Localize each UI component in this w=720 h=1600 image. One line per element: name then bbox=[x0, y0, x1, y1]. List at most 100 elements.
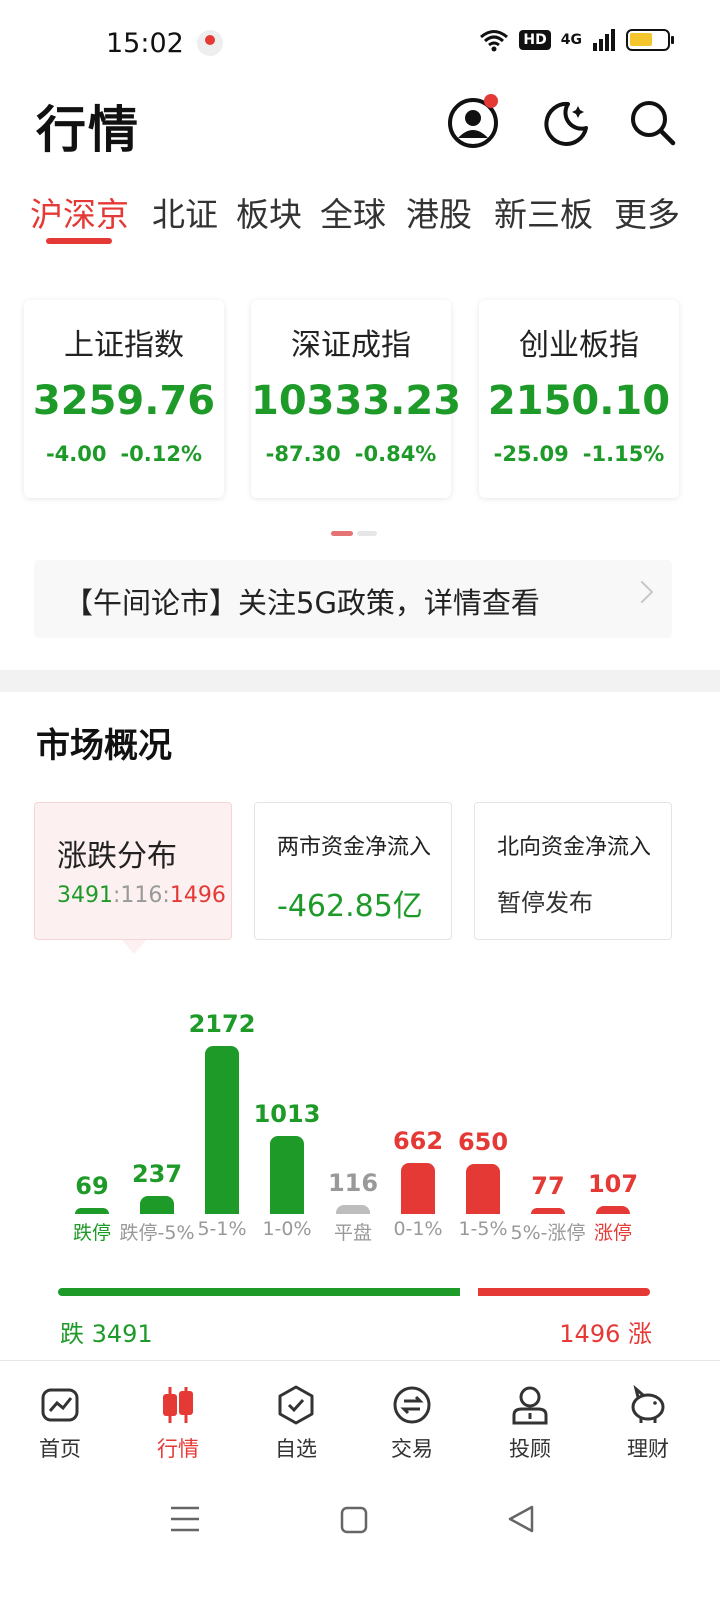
bar-category-label: 平盘 bbox=[333, 1222, 372, 1244]
fall-total-label: 跌 3491 bbox=[60, 1320, 153, 1348]
distribution-bar bbox=[531, 1208, 565, 1214]
nav-market[interactable]: 行情 bbox=[118, 1361, 238, 1471]
nav-home[interactable]: 首页 bbox=[0, 1361, 120, 1471]
night-mode-button[interactable] bbox=[538, 96, 592, 150]
distribution-bar bbox=[401, 1163, 435, 1214]
index-card-shanghai[interactable]: 上证指数 3259.76 -4.00 -0.12% bbox=[24, 300, 224, 498]
search-icon bbox=[631, 101, 676, 146]
nav-advisor[interactable]: 投顾 bbox=[470, 1361, 590, 1471]
distribution-bar bbox=[205, 1046, 239, 1214]
northbound-inflow-card[interactable]: 北向资金净流入 暂停发布 bbox=[474, 802, 672, 940]
advisor-icon bbox=[512, 1386, 548, 1425]
nav-label: 行情 bbox=[157, 1437, 199, 1461]
nav-label: 交易 bbox=[391, 1437, 433, 1461]
down-count: 3491 bbox=[57, 883, 113, 908]
active-tab-indicator bbox=[46, 238, 112, 244]
card-title: 两市资金净流入 bbox=[277, 835, 432, 860]
bar-value-label: 107 bbox=[587, 1170, 639, 1198]
rise-total-label: 1496 涨 bbox=[559, 1320, 652, 1348]
up-count: 1496 bbox=[169, 883, 226, 908]
bottom-nav: 首页 行情 自选 交易 投顾 理财 bbox=[0, 1360, 720, 1470]
search-button[interactable] bbox=[626, 96, 680, 150]
bar-category-label: 涨停 bbox=[593, 1222, 632, 1244]
tab-ganggu[interactable]: 港股 bbox=[406, 188, 472, 236]
bar-category-label: 5-1% bbox=[197, 1218, 247, 1240]
chevron-right-icon bbox=[630, 580, 654, 604]
nav-watchlist[interactable]: 自选 bbox=[236, 1361, 356, 1471]
piggy-bank-icon bbox=[631, 1385, 665, 1423]
carousel-pager bbox=[331, 531, 377, 536]
nav-trade[interactable]: 交易 bbox=[352, 1361, 472, 1471]
index-card-chinext[interactable]: 创业板指 2150.10 -25.09 -1.15% bbox=[479, 300, 679, 498]
battery-icon bbox=[626, 29, 674, 51]
section-divider bbox=[0, 670, 720, 692]
pager-dot-active bbox=[331, 531, 353, 536]
bar-value-label: 650 bbox=[457, 1128, 509, 1156]
card-pointer bbox=[122, 940, 146, 954]
bar-value-label: 116 bbox=[327, 1169, 379, 1197]
index-change-percent: -0.12% bbox=[120, 442, 203, 466]
bar-value-label: 69 bbox=[75, 1172, 109, 1200]
signal-icon bbox=[593, 29, 615, 51]
distribution-bar bbox=[140, 1196, 174, 1214]
ratio-sep: : bbox=[162, 883, 170, 908]
net-inflow-card[interactable]: 两市资金净流入 -462.85亿 bbox=[254, 802, 452, 940]
status-bar: 15:02 HD 4G bbox=[0, 0, 720, 90]
back-triangle-icon[interactable] bbox=[506, 1504, 536, 1534]
net-inflow-value: -462.85亿 bbox=[277, 889, 423, 924]
rise-fall-distribution-card[interactable]: 涨跌分布 3491:116:1496 bbox=[34, 802, 232, 940]
pager-dot bbox=[357, 531, 377, 536]
tab-xinsanban[interactable]: 新三板 bbox=[494, 188, 593, 236]
index-value: 3259.76 bbox=[32, 378, 216, 424]
check-shield-icon bbox=[278, 1385, 314, 1425]
location-app-icon bbox=[197, 30, 223, 56]
index-change-points: -4.00 bbox=[45, 442, 107, 466]
bar-value-label: 2172 bbox=[188, 1010, 256, 1038]
chart-window-icon bbox=[41, 1388, 79, 1422]
bar-category-label: 1-5% bbox=[458, 1218, 508, 1240]
index-change-points: -87.30 bbox=[265, 442, 341, 466]
tab-bankuai[interactable]: 板块 bbox=[236, 188, 302, 236]
moon-icon bbox=[544, 101, 588, 146]
tab-gengduo[interactable]: 更多 bbox=[614, 188, 680, 236]
home-square-icon[interactable] bbox=[340, 1506, 368, 1534]
bar-category-label: 1-0% bbox=[262, 1218, 312, 1240]
nav-label: 投顾 bbox=[509, 1437, 551, 1461]
distribution-bar bbox=[336, 1205, 370, 1214]
tab-quanqiu[interactable]: 全球 bbox=[320, 188, 386, 236]
northbound-value: 暂停发布 bbox=[497, 889, 593, 917]
bar-value-label: 237 bbox=[131, 1160, 183, 1188]
rise-fall-ratio: 3491:116:1496 bbox=[57, 883, 226, 908]
notification-dot bbox=[484, 94, 498, 108]
index-change: -25.09 -1.15% bbox=[479, 442, 679, 466]
news-text: 【午间论市】关注5G政策，详情查看 bbox=[64, 586, 540, 620]
index-change: -4.00 -0.12% bbox=[24, 442, 224, 466]
menu-icon[interactable] bbox=[170, 1504, 200, 1534]
distribution-bar bbox=[75, 1208, 109, 1214]
status-time: 15:02 bbox=[106, 28, 184, 59]
market-tabs: 沪深京 北证 板块 全球 港股 新三板 更多 bbox=[30, 188, 700, 248]
card-title: 北向资金净流入 bbox=[497, 835, 652, 860]
distribution-bar bbox=[270, 1136, 304, 1214]
nav-wealth[interactable]: 理财 bbox=[588, 1361, 708, 1471]
bar-category-label: 跌停-5% bbox=[119, 1222, 195, 1244]
index-value: 2150.10 bbox=[487, 378, 671, 424]
tab-hushenjing[interactable]: 沪深京 bbox=[30, 188, 129, 236]
tab-beizheng[interactable]: 北证 bbox=[152, 188, 218, 236]
news-banner[interactable]: 【午间论市】关注5G政策，详情查看 bbox=[34, 560, 672, 638]
index-change-points: -25.09 bbox=[493, 442, 569, 466]
bar-category-label: 5%-涨停 bbox=[510, 1222, 586, 1244]
index-value: 10333.23 bbox=[251, 378, 462, 424]
status-icons: HD 4G bbox=[479, 28, 674, 52]
index-name: 上证指数 bbox=[64, 328, 184, 363]
bar-category-label: 跌停 bbox=[72, 1222, 111, 1244]
index-card-shenzhen[interactable]: 深证成指 10333.23 -87.30 -0.84% bbox=[251, 300, 462, 498]
page-title: 行情 bbox=[36, 101, 140, 159]
distribution-bar bbox=[596, 1206, 630, 1214]
system-nav-bar bbox=[0, 1470, 720, 1600]
user-profile-button[interactable] bbox=[446, 94, 500, 150]
card-title: 涨跌分布 bbox=[57, 839, 177, 874]
index-change: -87.30 -0.84% bbox=[251, 442, 451, 466]
index-change-percent: -0.84% bbox=[354, 442, 437, 466]
distribution-bar bbox=[466, 1164, 500, 1214]
